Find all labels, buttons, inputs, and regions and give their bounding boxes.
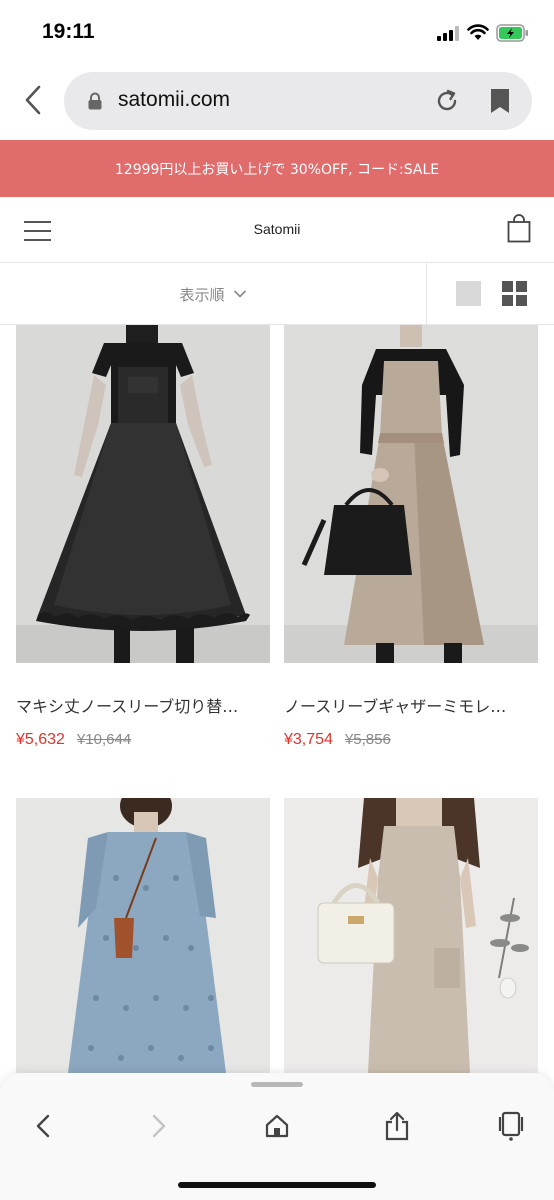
promo-banner[interactable]: 12999円以上お買い上げで 30%OFF, コード:SALE [0, 140, 554, 197]
toolbar-back-button[interactable] [26, 1109, 60, 1143]
toolbar-forward-button[interactable] [142, 1109, 176, 1143]
toolbar-home-button[interactable] [260, 1109, 294, 1143]
url-field[interactable]: satomii.com [64, 72, 532, 130]
price-row: ¥3,754 ¥5,856 [284, 729, 538, 749]
price-row: ¥5,632 ¥10,644 [16, 729, 270, 749]
home-icon [265, 1114, 289, 1138]
product-price: ¥3,754 [284, 731, 333, 748]
product-image[interactable] [284, 325, 538, 663]
product-old-price: ¥5,856 [344, 731, 391, 748]
product-card[interactable]: ノースリーブギャザーミモレ… ¥3,754 ¥5,856 [284, 325, 538, 755]
shopping-bag-icon[interactable] [507, 214, 531, 243]
home-indicator [178, 1182, 376, 1188]
browser-address-bar: satomii.com [0, 64, 554, 140]
promo-text: 12999円以上お買い上げで 30%OFF, コード:SALE [114, 161, 440, 178]
share-icon [385, 1111, 409, 1141]
sort-button[interactable]: 表示順 [0, 263, 427, 325]
product-name[interactable]: ノースリーブギャザーミモレ… [284, 693, 538, 717]
forward-icon [152, 1114, 166, 1138]
product-card[interactable] [284, 798, 538, 1073]
tabs-icon [498, 1111, 524, 1141]
wifi-icon [467, 24, 489, 40]
browser-toolbar [0, 1073, 554, 1200]
dress-illustration [284, 798, 538, 1073]
site-header: Satomii [0, 197, 554, 263]
product-image[interactable] [284, 798, 538, 1073]
lock-icon [88, 92, 102, 110]
toolbar-share-button[interactable] [380, 1109, 414, 1143]
signal-icon [437, 26, 459, 41]
toolbar-tabs-button[interactable] [494, 1109, 528, 1143]
battery-icon [496, 24, 528, 42]
toolbar-grabber[interactable] [251, 1082, 303, 1087]
reload-icon[interactable] [434, 88, 460, 114]
single-view-icon[interactable] [456, 281, 481, 306]
browser-back-button[interactable] [18, 82, 48, 118]
bookmark-icon[interactable] [490, 88, 510, 114]
dress-illustration [284, 325, 538, 663]
product-card[interactable]: マキシ丈ノースリーブ切り替… ¥5,632 ¥10,644 [16, 325, 270, 755]
dress-illustration [16, 798, 270, 1073]
sort-label: 表示順 [179, 285, 225, 304]
status-time: 19:11 [42, 20, 95, 43]
product-price: ¥5,632 [16, 731, 65, 748]
product-old-price: ¥10,644 [76, 731, 132, 748]
chevron-down-icon [233, 290, 246, 298]
product-card[interactable] [16, 798, 270, 1073]
sort-filter-bar: 表示順 [0, 263, 554, 325]
url-text: satomii.com [118, 88, 231, 111]
site-title[interactable]: Satomii [0, 221, 554, 237]
back-icon [36, 1114, 50, 1138]
back-icon [25, 85, 41, 115]
status-bar: 19:11 [0, 0, 554, 64]
product-image[interactable] [16, 325, 270, 663]
product-name[interactable]: マキシ丈ノースリーブ切り替… [16, 693, 270, 717]
dress-illustration [16, 325, 270, 663]
product-image[interactable] [16, 798, 270, 1073]
grid-view-icon[interactable] [502, 281, 527, 306]
